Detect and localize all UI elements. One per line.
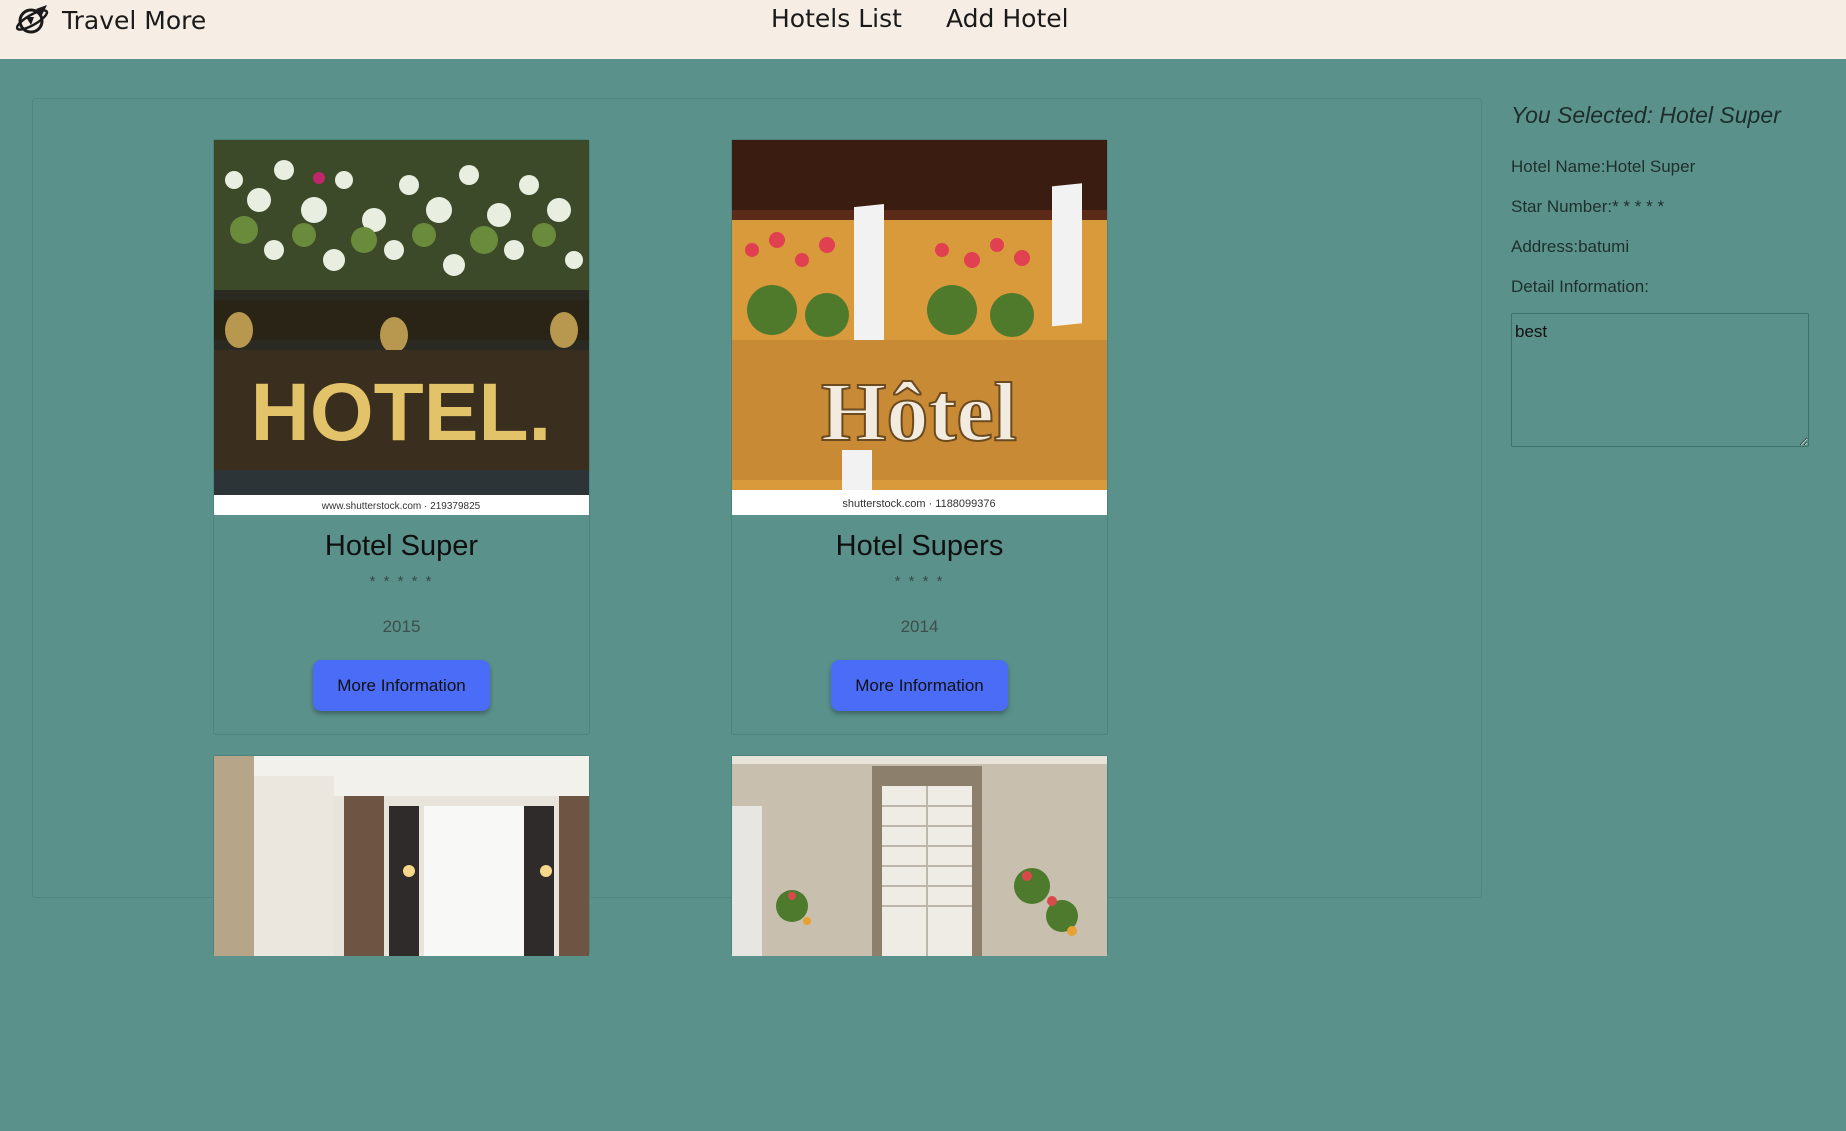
hotel-card: Hôtel shutterstock.com · 1188099376 Hote… [731, 139, 1108, 735]
nav-add-hotel[interactable]: Add Hotel [946, 4, 1069, 33]
hotel-room-image [214, 756, 589, 956]
hotel-card [213, 755, 590, 956]
hotel-sign-text: HOTEL. [251, 367, 552, 458]
selected-hotel-heading: You Selected: Hotel Super [1511, 102, 1781, 128]
hotel-stars: * * * * * [369, 573, 434, 590]
hotel-sign-image: HOTEL. www.shutterstock.com · 219379825 [214, 140, 589, 515]
selected-hotel-address: Address:batumi [1511, 237, 1630, 256]
hotel-photo: HOTEL. www.shutterstock.com · 219379825 [214, 140, 589, 515]
hotel-stars: * * * * [894, 573, 945, 590]
hotel-sign-text: Hôtel [821, 366, 1017, 459]
hotel-facade-image [732, 756, 1107, 956]
detail-information-textarea[interactable]: best [1511, 313, 1809, 447]
brand-name[interactable]: Travel More [62, 6, 206, 35]
selected-hotel-panel: You Selected: Hotel Super Hotel Name:Hot… [1511, 100, 1811, 447]
nav-hotels-list[interactable]: Hotels List [771, 4, 902, 33]
hotel-name: Hotel Super [324, 530, 479, 562]
hotel-photo [732, 756, 1107, 1131]
more-information-button[interactable]: More Information [831, 660, 1008, 711]
plane-globe-icon [15, 5, 49, 34]
hotel-photo: Hôtel shutterstock.com · 1188099376 [732, 140, 1107, 515]
hotels-list-panel: HOTEL. www.shutterstock.com · 219379825 … [32, 98, 1482, 956]
hotel-name: Hotel Supers [835, 530, 1004, 562]
hotel-year: 2015 [382, 617, 421, 636]
hotel-card: HOTEL. www.shutterstock.com · 219379825 … [213, 139, 590, 735]
detail-information-label: Detail Information: [1511, 277, 1649, 296]
image-watermark: www.shutterstock.com · 219379825 [321, 501, 481, 512]
selected-hotel-stars: Star Number:* * * * * [1511, 197, 1665, 216]
selected-hotel-name: Hotel Name:Hotel Super [1511, 157, 1696, 176]
hotel-card [731, 755, 1108, 956]
hotel-photo [214, 756, 589, 1131]
top-navbar: Travel More Hotels List Add Hotel [0, 0, 1846, 59]
brand[interactable]: Travel More [14, 2, 206, 38]
more-information-button[interactable]: More Information [313, 660, 490, 711]
image-watermark: shutterstock.com · 1188099376 [842, 498, 995, 510]
hotel-year: 2014 [900, 617, 939, 636]
hotel-sign-image: Hôtel shutterstock.com · 1188099376 [732, 140, 1107, 515]
